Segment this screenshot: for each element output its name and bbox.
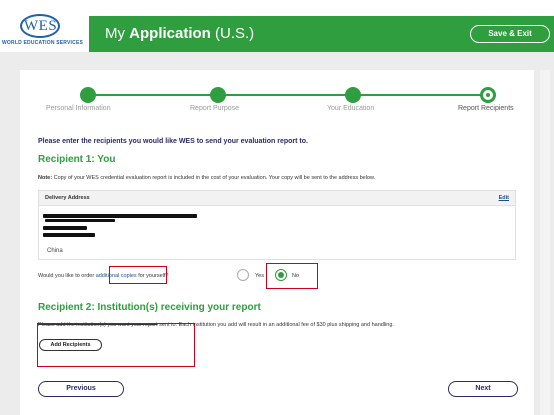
recipient2-heading: Recipient 2: Institution(s) receiving yo… xyxy=(38,302,261,313)
copies-question-start: Would you like to order xyxy=(38,273,95,279)
instruction-text: Please enter the recipients you would li… xyxy=(38,138,308,145)
step-label-purpose: Report Purpose xyxy=(190,105,240,112)
radio-yes[interactable] xyxy=(237,269,249,281)
recipient1-heading: Recipient 1: You xyxy=(38,154,116,165)
highlight-box-copies xyxy=(109,266,167,284)
logo-subtext: WORLD EDUCATION SERVICES xyxy=(2,40,84,46)
delivery-address-header: Delivery Address Edit xyxy=(38,190,516,206)
next-button[interactable]: Next xyxy=(448,381,518,397)
previous-button[interactable]: Previous xyxy=(38,381,124,397)
note-label: Note: xyxy=(38,175,53,181)
step-label-recipients: Report Recipients xyxy=(458,105,514,112)
step-dot-education xyxy=(345,87,361,103)
step-dot-recipients xyxy=(480,87,496,103)
highlight-box-radio-no xyxy=(266,263,318,289)
wes-logo[interactable]: WES WORLD EDUCATION SERVICES xyxy=(0,10,88,52)
logo-text: WES xyxy=(24,18,58,34)
delivery-address-body: China xyxy=(38,206,516,260)
step-dot-personal xyxy=(80,87,96,103)
address-country: China xyxy=(47,248,63,254)
edit-address-link[interactable]: Edit xyxy=(499,195,509,201)
page-title: My Application (U.S.) xyxy=(105,25,254,42)
stepper-line xyxy=(88,94,484,96)
step-dot-purpose xyxy=(210,87,226,103)
title-bold: Application xyxy=(129,25,211,42)
save-exit-button[interactable]: Save & Exit xyxy=(470,25,550,43)
delivery-address-label: Delivery Address xyxy=(45,195,90,201)
title-prefix: My xyxy=(105,25,125,42)
redacted-address-line xyxy=(43,214,197,218)
redacted-address-line xyxy=(45,219,115,222)
redacted-address-line xyxy=(43,233,95,237)
note-body: Copy of your WES credential evaluation r… xyxy=(53,175,376,181)
step-label-personal: Personal Information xyxy=(46,105,111,112)
highlight-box-add-recipients xyxy=(37,323,195,367)
redacted-address-line xyxy=(43,226,87,230)
radio-yes-label: Yes xyxy=(255,273,264,279)
note-text: Note: Copy of your WES credential evalua… xyxy=(38,175,375,181)
title-suffix: (U.S.) xyxy=(215,25,255,42)
scrollbar[interactable] xyxy=(540,70,550,415)
step-label-education: Your Education xyxy=(327,105,375,112)
